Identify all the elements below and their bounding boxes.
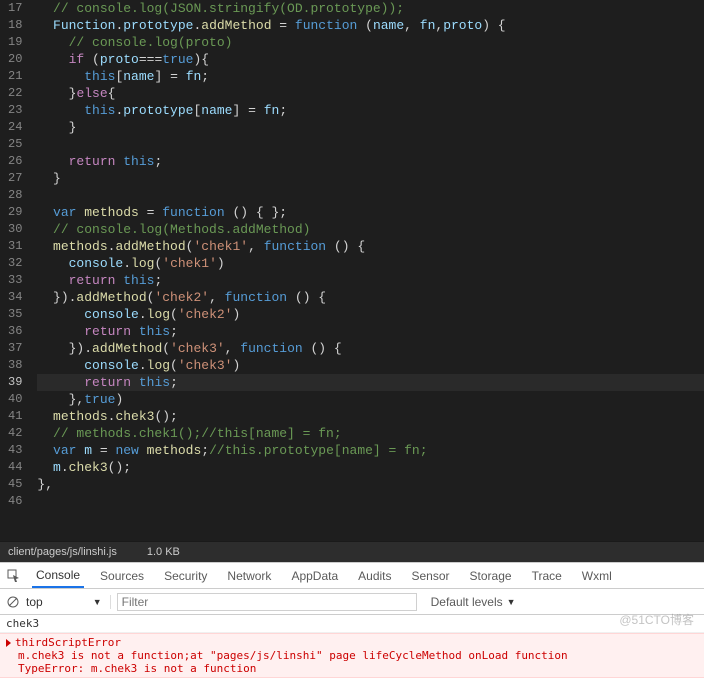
error-text: m.chek3 is not a function;at "pages/js/l…	[18, 649, 568, 662]
code-line[interactable]: console.log('chek1')	[37, 255, 704, 272]
code-line[interactable]: },	[37, 476, 704, 493]
code-line[interactable]: }).addMethod('chek3', function () {	[37, 340, 704, 357]
devtools-tabs: Console Sources Security Network AppData Audi…	[0, 563, 704, 589]
line-number: 46	[8, 493, 22, 510]
tab-sources[interactable]: Sources	[96, 565, 148, 587]
code-line[interactable]: m.chek3();	[37, 459, 704, 476]
code-line[interactable]: }else{	[37, 85, 704, 102]
line-number: 45	[8, 476, 22, 493]
line-number: 42	[8, 425, 22, 442]
code-line[interactable]: }).addMethod('chek2', function () {	[37, 289, 704, 306]
tab-security[interactable]: Security	[160, 565, 211, 587]
line-number: 31	[8, 238, 22, 255]
code-line[interactable]: return this;	[37, 374, 704, 391]
line-number: 19	[8, 34, 22, 51]
console-output[interactable]: chek3thirdScriptErrorm.chek3 is not a fu…	[0, 615, 704, 678]
code-line[interactable]: this.prototype[name] = fn;	[37, 102, 704, 119]
code-line[interactable]: Function.prototype.addMethod = function …	[37, 17, 704, 34]
watermark: @51CTO博客	[619, 611, 694, 628]
code-line[interactable]: methods.chek3();	[37, 408, 704, 425]
line-number: 44	[8, 459, 22, 476]
tab-network[interactable]: Network	[223, 565, 275, 587]
code-line[interactable]: // methods.chek1();//this[name] = fn;	[37, 425, 704, 442]
tab-audits[interactable]: Audits	[354, 565, 395, 587]
code-editor[interactable]: 1718192021222324252627282930313233343536…	[0, 0, 704, 541]
line-number: 33	[8, 272, 22, 289]
line-number: 28	[8, 187, 22, 204]
code-line[interactable]: // console.log(Methods.addMethod)	[37, 221, 704, 238]
code-line[interactable]: },true)	[37, 391, 704, 408]
inspect-icon[interactable]	[6, 569, 20, 583]
console-log: chek3	[0, 615, 704, 633]
code-line[interactable]	[37, 136, 704, 153]
expand-arrow-icon[interactable]	[6, 639, 11, 647]
code-line[interactable]: console.log('chek3')	[37, 357, 704, 374]
code-line[interactable]: if (proto===true){	[37, 51, 704, 68]
error-text: thirdScriptError	[15, 636, 121, 649]
code-line[interactable]: }	[37, 170, 704, 187]
line-number: 29	[8, 204, 22, 221]
tab-appdata[interactable]: AppData	[287, 565, 342, 587]
line-number: 38	[8, 357, 22, 374]
code-area[interactable]: // console.log(JSON.stringify(OD.prototy…	[37, 0, 704, 541]
chevron-down-icon: ▼	[93, 597, 102, 607]
line-number: 32	[8, 255, 22, 272]
context-label: top	[26, 595, 43, 609]
line-number: 24	[8, 119, 22, 136]
code-line[interactable]	[37, 493, 704, 510]
code-line[interactable]: return this;	[37, 272, 704, 289]
error-text: TypeError: m.chek3 is not a function	[18, 662, 256, 675]
line-number: 41	[8, 408, 22, 425]
line-number: 25	[8, 136, 22, 153]
log-levels-selector[interactable]: Default levels ▼	[423, 595, 516, 609]
code-line[interactable]: // console.log(proto)	[37, 34, 704, 51]
tab-console[interactable]: Console	[32, 564, 84, 588]
line-number: 36	[8, 323, 22, 340]
line-number: 27	[8, 170, 22, 187]
console-error[interactable]: thirdScriptErrorm.chek3 is not a functio…	[0, 633, 704, 678]
filter-input[interactable]	[117, 593, 417, 611]
console-toolbar: top ▼ Default levels ▼	[0, 589, 704, 615]
file-path: client/pages/js/linshi.js	[8, 546, 117, 558]
line-number: 35	[8, 306, 22, 323]
status-bar: client/pages/js/linshi.js 1.0 KB	[0, 541, 704, 562]
code-line[interactable]: var m = new methods;//this.prototype[nam…	[37, 442, 704, 459]
line-number-gutter: 1718192021222324252627282930313233343536…	[0, 0, 37, 541]
clear-console-icon[interactable]	[6, 595, 20, 609]
tab-trace[interactable]: Trace	[528, 565, 566, 587]
tab-wxml[interactable]: Wxml	[578, 565, 616, 587]
line-number: 40	[8, 391, 22, 408]
line-number: 17	[8, 0, 22, 17]
line-number: 23	[8, 102, 22, 119]
devtools-panel: Console Sources Security Network AppData Audi…	[0, 562, 704, 678]
line-number: 39	[8, 374, 22, 391]
code-line[interactable]: return this;	[37, 323, 704, 340]
code-line[interactable]: return this;	[37, 153, 704, 170]
line-number: 34	[8, 289, 22, 306]
line-number: 20	[8, 51, 22, 68]
code-line[interactable]: var methods = function () { };	[37, 204, 704, 221]
code-line[interactable]: console.log('chek2')	[37, 306, 704, 323]
code-line[interactable]: this[name] = fn;	[37, 68, 704, 85]
tab-sensor[interactable]: Sensor	[408, 565, 454, 587]
line-number: 21	[8, 68, 22, 85]
code-line[interactable]: // console.log(JSON.stringify(OD.prototy…	[37, 0, 704, 17]
code-line[interactable]: methods.addMethod('chek1', function () {	[37, 238, 704, 255]
chevron-down-icon: ▼	[507, 597, 516, 607]
file-size: 1.0 KB	[147, 546, 180, 558]
line-number: 18	[8, 17, 22, 34]
line-number: 37	[8, 340, 22, 357]
code-line[interactable]	[37, 187, 704, 204]
tab-storage[interactable]: Storage	[466, 565, 516, 587]
code-line[interactable]: }	[37, 119, 704, 136]
levels-label: Default levels	[431, 595, 503, 609]
line-number: 43	[8, 442, 22, 459]
line-number: 30	[8, 221, 22, 238]
line-number: 22	[8, 85, 22, 102]
context-selector[interactable]: top ▼	[26, 595, 111, 609]
line-number: 26	[8, 153, 22, 170]
